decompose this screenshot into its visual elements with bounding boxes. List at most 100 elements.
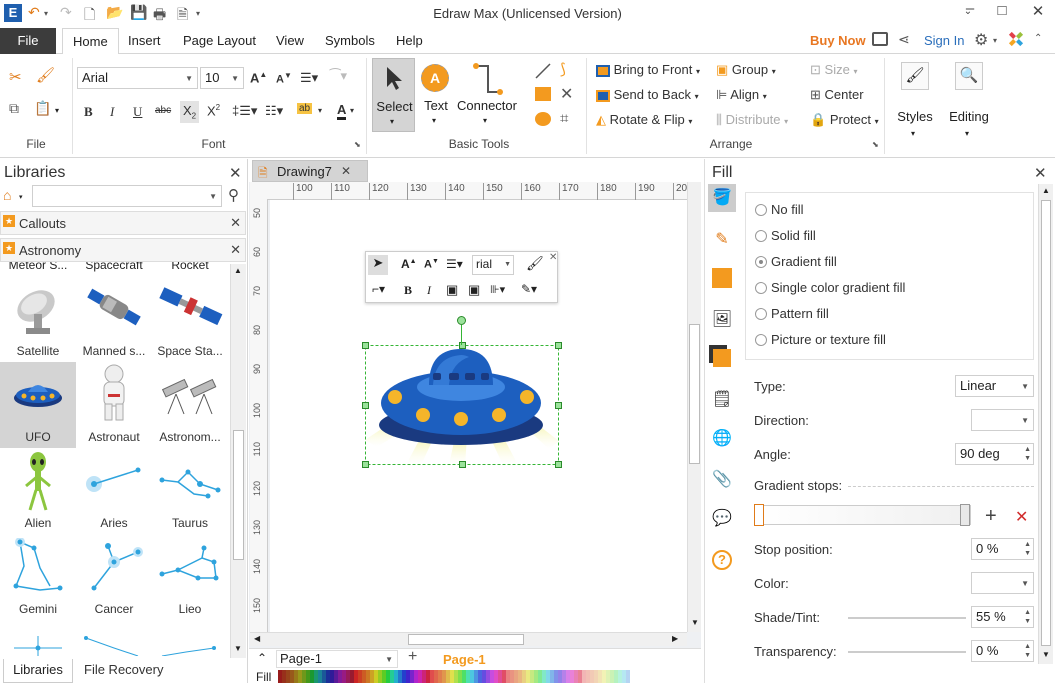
document-tab[interactable]: 🗎 Drawing7 ✕	[252, 160, 368, 182]
library-item-aries[interactable]: Aries	[76, 448, 152, 534]
mini-distribute-icon[interactable]: ⊪▾	[490, 283, 505, 296]
color-select[interactable]: ▼	[971, 572, 1034, 594]
align-button[interactable]: ⊫ Align ▾	[716, 87, 767, 103]
fill-tab-icon[interactable]: 🪣	[708, 184, 736, 212]
home-dropdown-icon[interactable]: ▾	[19, 193, 23, 201]
tab-symbols[interactable]: Symbols	[319, 28, 381, 54]
library-item-ufo[interactable]: UFO	[0, 362, 76, 448]
line-tab-icon[interactable]: ✎	[708, 226, 736, 254]
resize-handle[interactable]	[555, 461, 562, 468]
superscript-icon[interactable]: X2	[207, 103, 220, 118]
library-item-gemini[interactable]: Gemini	[0, 534, 76, 620]
stop-position-input[interactable]: 0 % ▲ ▼	[971, 538, 1034, 560]
transparency-input[interactable]: 0 % ▲ ▼	[971, 640, 1034, 662]
paste-icon[interactable]: 📋	[34, 100, 51, 117]
library-item-leo[interactable]: Lieo	[152, 534, 228, 620]
add-page-icon[interactable]: +	[408, 648, 417, 666]
library-item-partial[interactable]	[10, 634, 66, 656]
rotate-flip-button[interactable]: ◭ Rotate & Flip ▾	[596, 112, 692, 128]
shrink-font-icon[interactable]: A▼	[276, 71, 292, 86]
resize-handle[interactable]	[555, 402, 562, 409]
library-item-partial[interactable]	[160, 634, 216, 656]
text-align-icon[interactable]: ☰▾	[300, 70, 318, 86]
grow-font-icon[interactable]: A▲	[250, 70, 267, 85]
distribute-button[interactable]: ⫼ Distribute ▾	[716, 112, 788, 128]
library-category-callouts[interactable]: ★ Callouts ✕	[0, 211, 246, 235]
spinner-icon[interactable]: ▲ ▼	[1024, 540, 1031, 558]
transparency-slider[interactable]	[848, 651, 966, 653]
page-nav-up-icon[interactable]: ⌃	[257, 651, 267, 665]
gradient-stops-bar[interactable]	[754, 504, 971, 526]
add-stop-icon[interactable]: +	[985, 505, 997, 528]
highlight-dropdown-icon[interactable]: ▾	[318, 106, 322, 115]
font-name-select[interactable]: Arial ▼	[77, 67, 198, 89]
mini-line-style-icon[interactable]: ✎▾	[521, 282, 537, 296]
ufo-shape[interactable]	[362, 342, 562, 468]
resize-handle[interactable]	[555, 342, 562, 349]
page-tab-icon[interactable]: 🗒	[708, 386, 736, 414]
color-palette[interactable]	[278, 670, 633, 683]
scroll-thumb[interactable]	[689, 324, 700, 464]
styles-button[interactable]: 🖌 Styles ▾	[893, 58, 937, 142]
spinner-icon[interactable]: ▲ ▼	[1024, 445, 1031, 463]
highlight-icon[interactable]: ab	[297, 103, 313, 114]
font-color-dropdown-icon[interactable]: ▾	[350, 106, 354, 115]
buy-now-link[interactable]: Buy Now	[810, 33, 866, 48]
line-tool-icon[interactable]	[534, 62, 552, 80]
mini-connector-icon[interactable]: ⌐▾	[372, 282, 385, 296]
cross-tool-icon[interactable]: ✕	[560, 84, 573, 104]
page-tab-active[interactable]: Page-1	[443, 652, 486, 667]
radio-button[interactable]	[755, 230, 767, 242]
library-item-manned-spacecraft[interactable]: Manned s...	[76, 276, 152, 362]
settings-dropdown-icon[interactable]: ▾	[993, 36, 997, 45]
radio-button[interactable]	[755, 204, 767, 216]
paste-dropdown-icon[interactable]: ▾	[55, 106, 59, 115]
text-tool-button[interactable]: A Text ▾	[418, 58, 454, 132]
font-size-select[interactable]: 10 ▼	[200, 67, 244, 89]
fill-panel-close-icon[interactable]: ✕	[1034, 164, 1047, 182]
spinner-icon[interactable]: ▲ ▼	[1024, 642, 1031, 660]
editing-button[interactable]: 🔍 Editing ▾	[945, 58, 993, 142]
size-button[interactable]: ⊡ Size ▾	[810, 62, 857, 78]
mini-italic-icon[interactable]: I	[427, 283, 431, 298]
library-item-partial[interactable]	[84, 634, 140, 656]
library-category-astronomy[interactable]: ★ Astronomy ✕	[0, 238, 246, 262]
close-icon[interactable]: ✕	[230, 215, 241, 231]
tab-help[interactable]: Help	[390, 28, 429, 54]
arc-tool-icon[interactable]: ⟆	[560, 60, 566, 78]
underline-icon[interactable]: U	[133, 104, 142, 120]
arrange-dialog-launcher-icon[interactable]: ⬊	[872, 140, 879, 149]
mini-format-painter-icon[interactable]: 🖌	[526, 255, 544, 272]
layer-tab-icon[interactable]	[708, 344, 736, 372]
tab-libraries[interactable]: Libraries	[3, 659, 73, 683]
type-select[interactable]: Linear ▼	[955, 375, 1034, 397]
libraries-close-icon[interactable]: ✕	[229, 164, 242, 182]
rectangle-tool-icon[interactable]	[535, 87, 551, 101]
radio-button-selected[interactable]	[755, 256, 767, 268]
mini-grow-font-icon[interactable]: A▲	[401, 257, 417, 271]
bullets-icon[interactable]: ☷▾	[265, 103, 283, 119]
tab-page-layout[interactable]: Page Layout	[177, 28, 262, 54]
ellipse-tool-icon[interactable]	[535, 112, 551, 126]
attachment-tab-icon[interactable]: 📎	[708, 466, 736, 494]
close-button[interactable]: ✕	[1028, 2, 1048, 20]
tab-insert[interactable]: Insert	[122, 28, 167, 54]
maximize-button[interactable]: □	[992, 2, 1012, 19]
library-scrollbar[interactable]: ▲ ▼	[230, 264, 246, 658]
scroll-up-icon[interactable]: ▲	[234, 266, 242, 275]
line-spacing-icon[interactable]: ‡☰▾	[232, 103, 257, 119]
library-item-alien[interactable]: Alien	[0, 448, 76, 534]
mini-shrink-font-icon[interactable]: A▼	[424, 258, 439, 271]
mini-select-icon[interactable]: ➤	[368, 255, 388, 275]
fill-panel-scrollbar[interactable]: ▲ ▼	[1038, 184, 1053, 664]
center-button[interactable]: ⊞ Center	[810, 87, 864, 103]
resize-handle[interactable]	[362, 461, 369, 468]
cut-icon[interactable]: ✂	[9, 68, 22, 86]
strikethrough-icon[interactable]: abc	[155, 105, 171, 116]
cart-icon[interactable]	[872, 32, 888, 46]
radio-button[interactable]	[755, 308, 767, 320]
scroll-thumb[interactable]	[408, 634, 524, 645]
rotate-handle[interactable]	[457, 316, 466, 325]
gradient-stop-start-handle[interactable]	[754, 504, 764, 526]
resize-handle[interactable]	[362, 342, 369, 349]
